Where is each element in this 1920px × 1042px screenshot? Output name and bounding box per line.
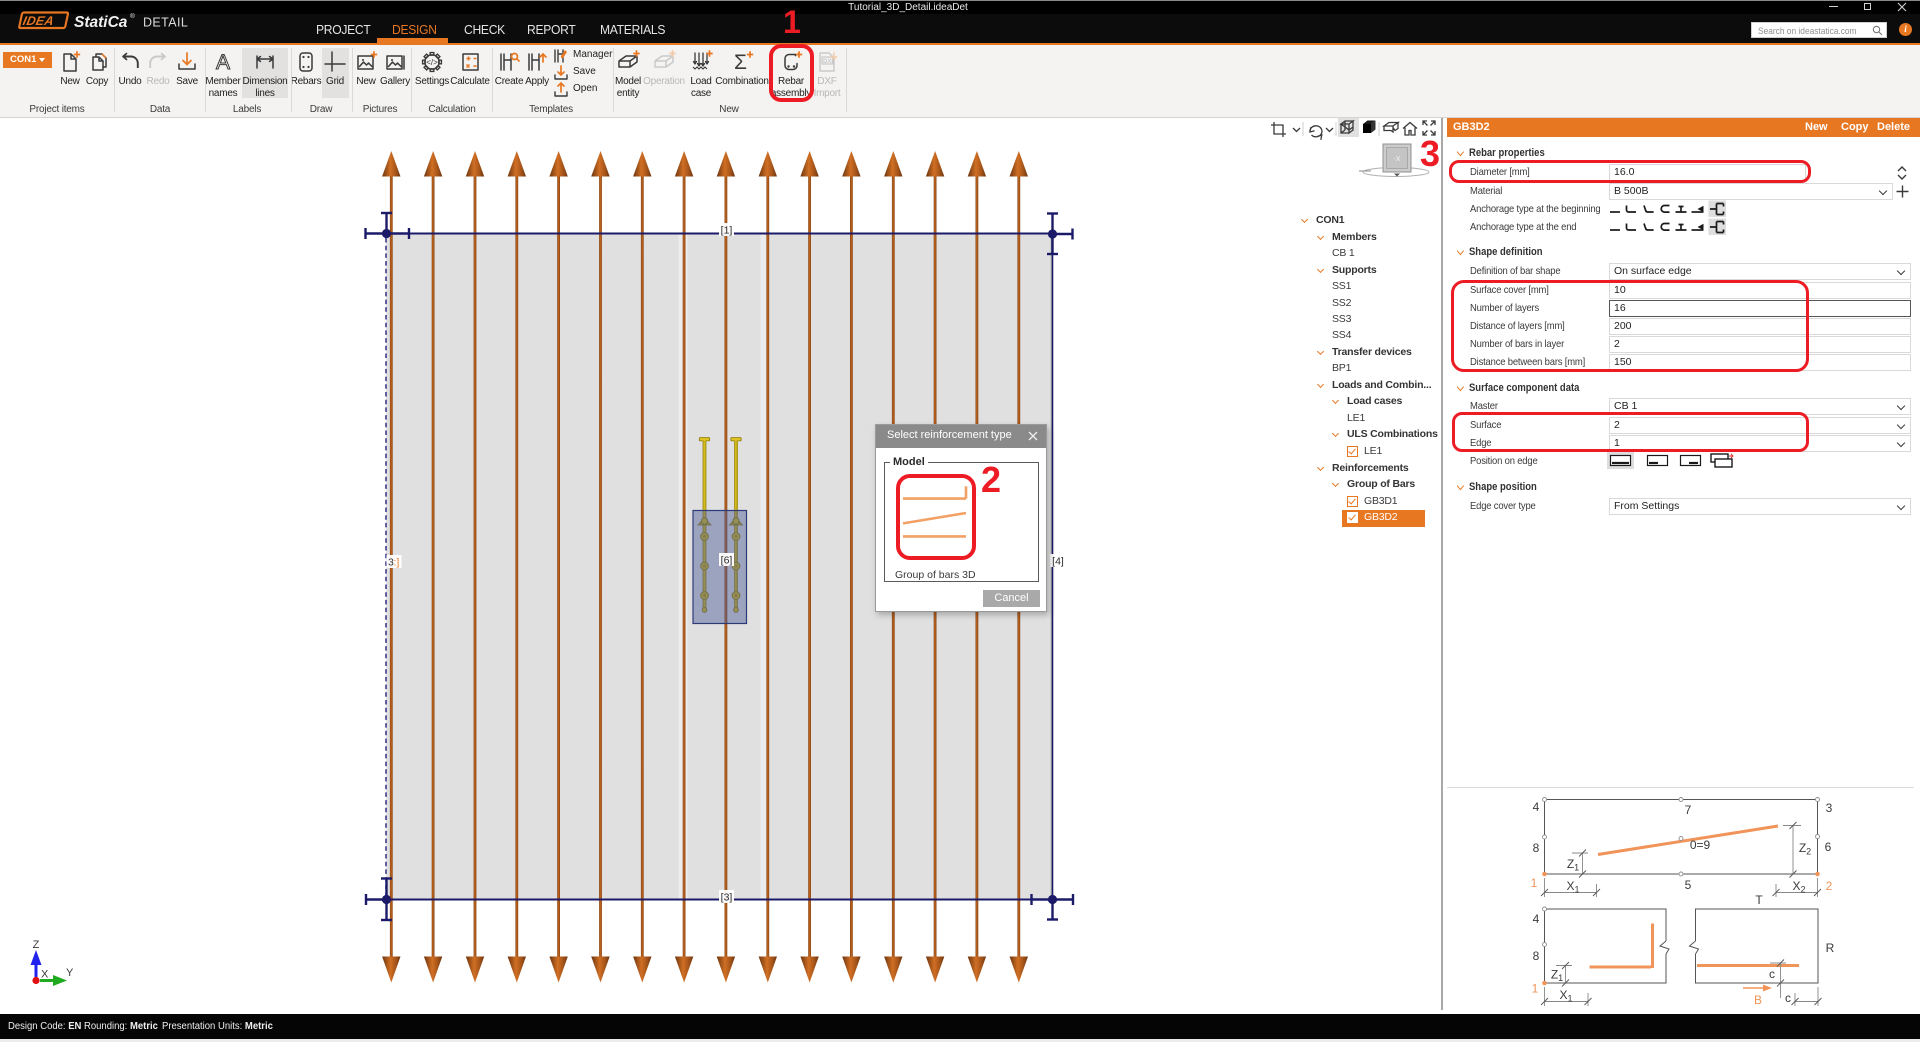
svg-text:7: 7: [1685, 803, 1692, 817]
svg-text:1: 1: [1532, 982, 1539, 996]
svg-text:8: 8: [1533, 841, 1540, 855]
svg-text:c: c: [1785, 991, 1791, 1005]
svg-text:4: 4: [1533, 912, 1540, 926]
svg-text:[1]: [1]: [721, 225, 733, 237]
svg-text:X1: X1: [1566, 879, 1579, 895]
svg-text:R: R: [1826, 941, 1835, 955]
svg-text:[4]: [4]: [1052, 556, 1064, 568]
svg-text:StatiCa: StatiCa: [74, 14, 128, 31]
svg-text:6: 6: [1825, 840, 1832, 854]
svg-text:[6]: [6]: [721, 555, 733, 567]
svg-text:c: c: [1769, 967, 1775, 981]
svg-text:Z1: Z1: [1551, 968, 1563, 984]
svg-text:Z: Z: [33, 939, 40, 951]
svg-text:8: 8: [1533, 949, 1540, 963]
svg-text:4: 4: [1533, 800, 1540, 814]
svg-text:5: 5: [1685, 878, 1692, 892]
svg-text:Σ: Σ: [734, 51, 747, 74]
svg-text:IDEA: IDEA: [21, 14, 55, 28]
svg-text:Y: Y: [66, 967, 74, 979]
svg-text:[3]: [3]: [721, 892, 733, 904]
svg-text:®: ®: [130, 12, 135, 20]
svg-text:T: T: [1755, 893, 1763, 907]
svg-text:Z1: Z1: [1567, 857, 1579, 873]
svg-text:3: 3: [1826, 801, 1833, 815]
svg-text:2: 2: [1826, 879, 1833, 893]
svg-text:DETAIL: DETAIL: [143, 16, 188, 30]
svg-text:-X: -X: [1394, 156, 1401, 163]
svg-text:1: 1: [1531, 876, 1538, 890]
svg-text:X2: X2: [1792, 879, 1805, 895]
svg-text:X: X: [41, 969, 49, 981]
svg-text:</>: </>: [426, 58, 438, 67]
svg-text:Z2: Z2: [1799, 841, 1811, 857]
svg-text:A: A: [216, 51, 230, 74]
svg-text:0=9: 0=9: [1690, 838, 1711, 852]
svg-text:X1: X1: [1559, 988, 1572, 1004]
svg-text:B: B: [1754, 993, 1762, 1007]
svg-text::]: :]: [394, 557, 400, 569]
svg-text:DXF: DXF: [823, 59, 835, 65]
